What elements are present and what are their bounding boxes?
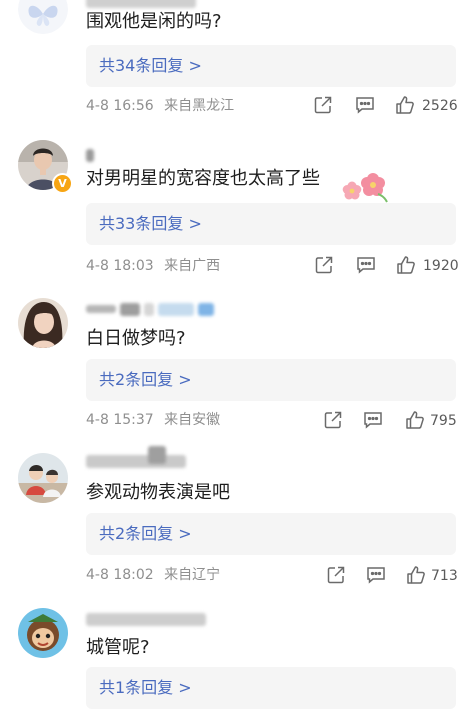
avatar[interactable] (18, 0, 68, 34)
view-replies-link[interactable]: 共1条回复 > (99, 677, 192, 699)
comment-text: 参观动物表演是吧 (86, 482, 230, 503)
username-blurred[interactable] (86, 610, 206, 628)
comment-date: 4-8 18:03 (86, 258, 154, 274)
like-count: 713 (431, 568, 458, 584)
view-replies-link[interactable]: 共2条回复 > (99, 523, 192, 545)
action-bar: 1920 (313, 254, 463, 278)
comment-meta: 4-8 18:03 来自广西 (86, 257, 220, 275)
comment-text: 对男明星的宽容度也太高了些 (86, 168, 320, 189)
comment-meta: 4-8 18:02 来自辽宁 (86, 566, 220, 584)
comment-icon[interactable] (362, 409, 384, 431)
like-count: 1920 (423, 258, 459, 274)
avatar[interactable] (18, 453, 68, 503)
like-count: 2526 (422, 98, 458, 114)
comment-date: 4-8 18:02 (86, 567, 154, 583)
reply-box[interactable]: 共34条回复 > (86, 45, 456, 87)
comment-icon[interactable] (354, 94, 376, 116)
verified-badge: V (52, 173, 73, 194)
avatar[interactable] (18, 608, 68, 658)
comment-meta: 4-8 15:37 来自安徽 (86, 411, 220, 429)
action-bar: 795 (322, 409, 462, 433)
cartoon-avatar-image (18, 608, 68, 658)
butterfly-avatar-image (18, 0, 68, 34)
reply-box[interactable]: 共2条回复 > (86, 513, 456, 555)
action-bar: 2526 (312, 94, 462, 118)
view-replies-link[interactable]: 共33条回复 > (99, 213, 202, 235)
share-icon[interactable] (313, 254, 335, 276)
comment-meta: 4-8 16:56 来自黑龙江 (86, 97, 234, 115)
username-blurred[interactable] (86, 452, 186, 470)
thumbs-up-icon[interactable] (405, 564, 427, 586)
thumbs-up-icon[interactable] (395, 254, 417, 276)
comment-location: 来自辽宁 (164, 567, 221, 583)
person-avatar-image (18, 298, 68, 348)
reply-box[interactable]: 共1条回复 > (86, 667, 456, 709)
view-replies-link[interactable]: 共2条回复 > (99, 369, 192, 391)
comment-text: 围观他是闲的吗? (86, 11, 222, 32)
reply-box[interactable]: 共33条回复 > (86, 203, 456, 245)
comment-location: 来自广西 (164, 258, 221, 274)
share-icon[interactable] (325, 564, 347, 586)
view-replies-link[interactable]: 共34条回复 > (99, 55, 202, 77)
action-bar: 713 (325, 564, 465, 588)
avatar[interactable] (18, 298, 68, 348)
username-blurred[interactable] (86, 146, 94, 164)
comment-location: 来自黑龙江 (164, 98, 235, 114)
share-icon[interactable] (312, 94, 334, 116)
username-blurred[interactable] (86, 300, 214, 318)
comment-date: 4-8 15:37 (86, 412, 154, 428)
comment-icon[interactable] (355, 254, 377, 276)
people-avatar-image (18, 453, 68, 503)
comment-icon[interactable] (365, 564, 387, 586)
comment-location: 来自安徽 (164, 412, 221, 428)
comment-date: 4-8 16:56 (86, 98, 154, 114)
share-icon[interactable] (322, 409, 344, 431)
username-blurred-fragment (148, 446, 166, 464)
comment-text: 城管呢? (86, 637, 150, 658)
thumbs-up-icon[interactable] (394, 94, 416, 116)
comment-text: 白日做梦吗? (86, 328, 186, 349)
username-blurred[interactable] (86, 0, 196, 10)
reply-box[interactable]: 共2条回复 > (86, 359, 456, 401)
thumbs-up-icon[interactable] (404, 409, 426, 431)
like-count: 795 (430, 413, 457, 429)
